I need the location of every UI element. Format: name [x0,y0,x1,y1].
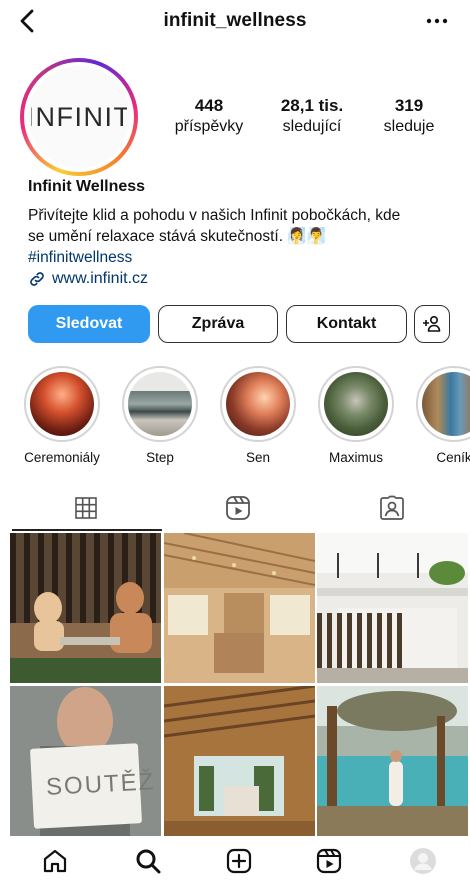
avatar-story-ring[interactable]: INFINIT [20,58,138,176]
svg-text:INFINIT: INFINIT [31,102,127,132]
story-highlights: Ceremoniály Step Sen Maximus Ceník [0,366,470,466]
profile-link[interactable]: www.infinit.cz [28,270,148,288]
stat-posts-label: příspěvky [174,118,244,135]
top-bar: infinit_wellness [0,0,470,44]
highlight-label: Step [146,450,174,465]
grid-post[interactable]: SOUTĚŽ [10,686,161,836]
highlight-cover [128,372,192,436]
tagged-icon [380,495,404,520]
profile-tabs [0,486,470,530]
grid-post[interactable] [164,686,315,836]
nav-create[interactable] [224,846,254,876]
stat-followers[interactable]: 28,1 tis. sledující [262,96,362,136]
nav-reels[interactable] [314,846,344,876]
more-icon [426,18,448,24]
highlight-label: Maximus [328,450,383,465]
post-overlay-text: SOUTĚŽ [45,768,156,801]
bio-emoji: 🧖‍♀️🧖‍♂️ [287,228,326,245]
bio-line-2: se umění relaxace stává skutečností. [28,228,284,245]
link-icon [30,272,44,286]
avatar: INFINIT [28,66,130,168]
grid-post[interactable] [317,533,468,683]
nav-home[interactable] [40,846,70,876]
infinit-logo: INFINIT [31,102,127,132]
post-image [10,533,161,683]
highlight-ceremonialy[interactable]: Ceremoniály [22,366,102,465]
stat-followers-label: sledující [282,118,342,135]
search-icon [136,849,161,874]
highlight-sen[interactable]: Sen [218,366,298,465]
highlight-cover [30,372,94,436]
post-image [10,686,161,836]
message-button[interactable]: Zpráva [158,305,278,343]
follow-button[interactable]: Sledovat [28,305,150,343]
home-icon [43,849,67,873]
highlight-label: Sen [245,450,271,465]
tab-grid[interactable] [10,486,162,530]
profile-stats: 448 příspěvky 28,1 tis. sledující 319 sl… [168,96,458,136]
post-image [317,533,468,683]
stat-followers-value: 28,1 tis. [280,96,344,115]
tab-tagged[interactable] [316,486,468,530]
highlight-cover [226,372,290,436]
tab-reels[interactable] [162,486,314,530]
suggested-users-button[interactable] [414,305,450,343]
bio-line-1: Přivítejte klid a pohodu v našich Infini… [28,207,401,224]
post-image [164,533,315,683]
highlight-label: Ceremoniály [24,450,100,465]
grid-post[interactable] [164,533,315,683]
stat-posts-value: 448 [194,96,224,115]
highlight-cover [422,372,470,436]
profile-username: infinit_wellness [163,10,307,31]
bio-hashtag[interactable]: #infinitwellness [28,247,448,268]
contact-button[interactable]: Kontakt [286,305,407,343]
reels-icon [226,496,250,520]
grid-icon [75,497,97,519]
highlight-maximus[interactable]: Maximus [316,366,396,465]
nav-search[interactable] [133,846,163,876]
bottom-navigation [0,836,470,883]
profile-avatar-icon [410,848,436,874]
profile-link-text: www.infinit.cz [52,270,149,287]
post-image [317,686,468,836]
stat-posts[interactable]: 448 příspěvky [168,96,250,136]
reels-icon [316,848,342,874]
stat-following-value: 319 [394,96,424,115]
profile-bio: Přivítejte klid a pohodu v našich Infini… [28,205,448,268]
grid-post[interactable] [10,533,161,683]
stat-following-label: sleduje [383,118,435,135]
plus-square-icon [226,848,252,874]
highlight-label: Ceník [436,450,470,465]
active-tab-indicator [12,529,162,531]
highlight-cover [324,372,388,436]
highlight-cenik[interactable]: Ceník [414,366,470,465]
post-grid: SOUTĚŽ [10,533,468,836]
highlight-step[interactable]: Step [120,366,200,465]
stat-following[interactable]: 319 sleduje [368,96,450,136]
nav-profile[interactable] [408,846,438,876]
add-person-icon [423,315,441,332]
grid-post[interactable] [317,686,468,836]
more-options-button[interactable] [422,6,452,36]
post-image [164,686,315,836]
profile-name: Infinit Wellness [28,178,146,195]
